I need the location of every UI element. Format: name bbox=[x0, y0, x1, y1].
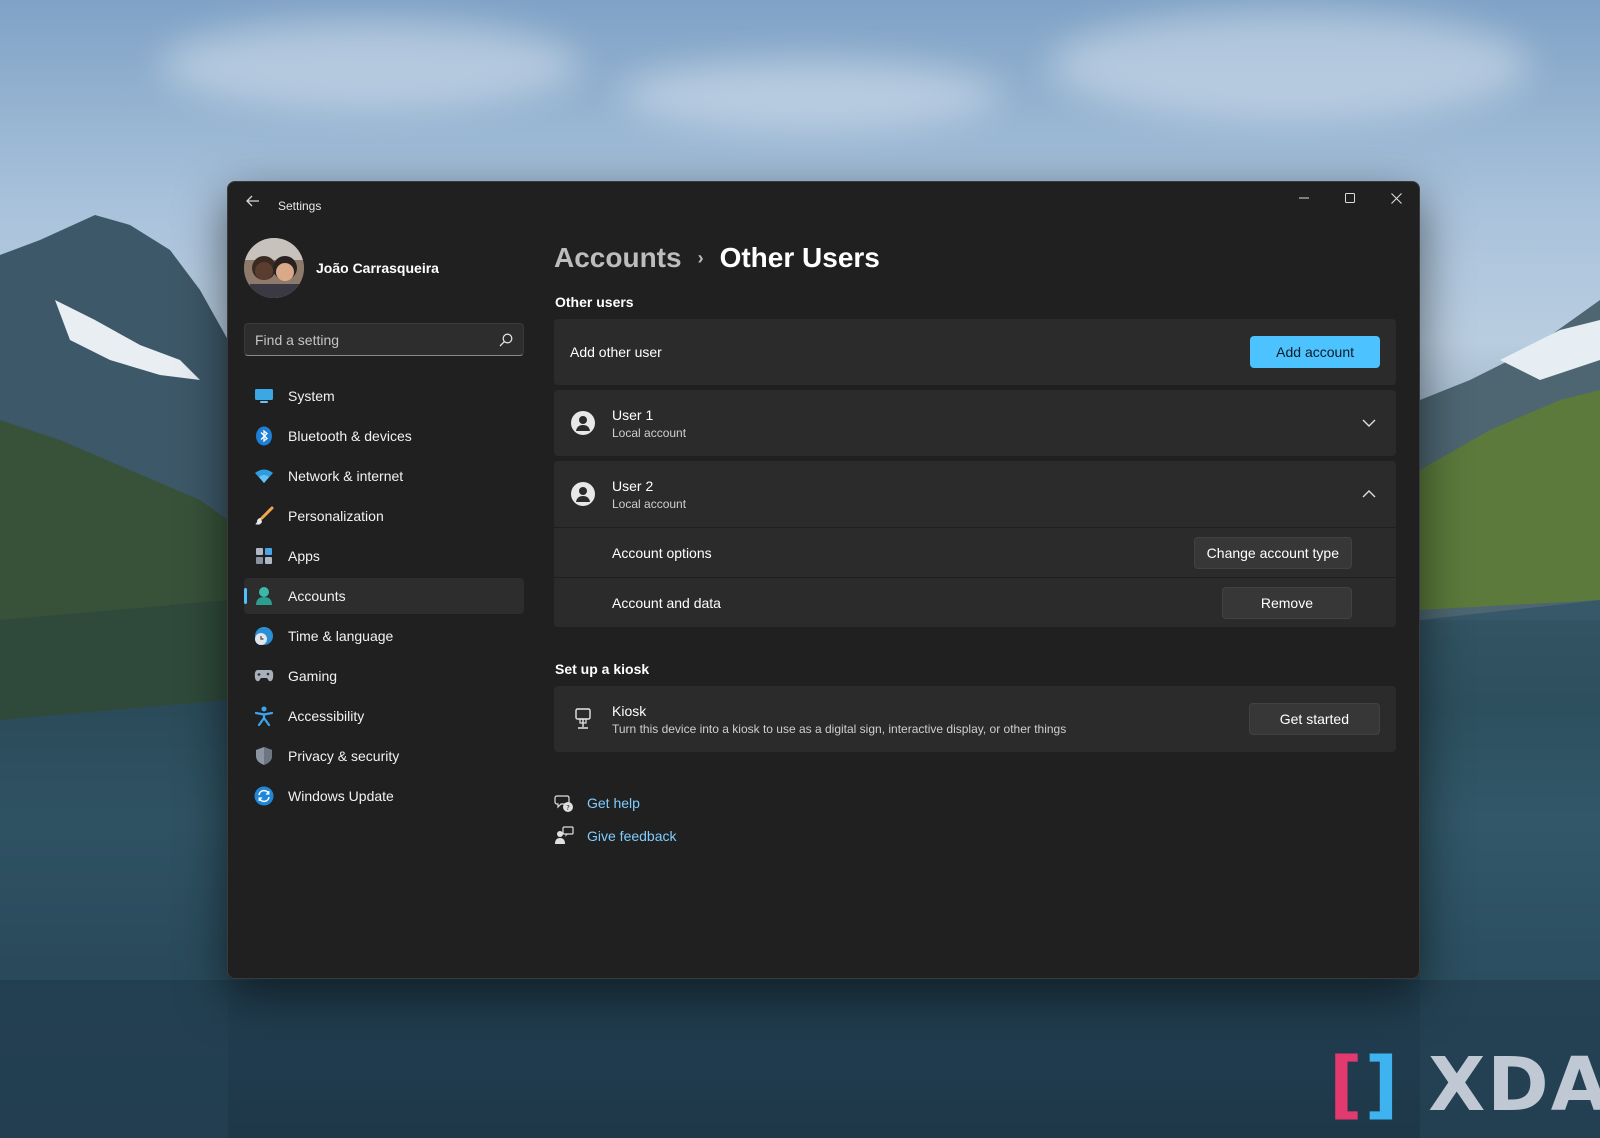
give-feedback-link[interactable]: Give feedback bbox=[587, 828, 677, 844]
search-input[interactable] bbox=[245, 324, 523, 355]
user-avatar-icon bbox=[570, 410, 596, 436]
get-started-button[interactable]: Get started bbox=[1248, 703, 1380, 735]
help-icon: ? bbox=[554, 794, 573, 812]
sidebar-item-label: Accounts bbox=[288, 588, 346, 604]
avatar bbox=[244, 238, 304, 298]
user-avatar-icon bbox=[570, 481, 596, 507]
sidebar-item-label: Gaming bbox=[288, 668, 338, 684]
sidebar-nav: System Bluetooth & devices Network & int… bbox=[244, 378, 524, 818]
settings-window: Settings João Carrasqueira Find a settin… bbox=[227, 181, 1420, 979]
user-2-group: User 2 Local account Account options Cha… bbox=[554, 461, 1396, 627]
get-help-link[interactable]: Get help bbox=[587, 795, 640, 811]
user-2-card[interactable]: User 2 Local account bbox=[554, 461, 1396, 527]
add-other-user-label: Add other user bbox=[570, 344, 662, 360]
bluetooth-icon bbox=[254, 426, 274, 446]
apps-icon bbox=[254, 546, 274, 566]
chevron-up-icon[interactable] bbox=[1362, 488, 1376, 500]
sidebar-item-gaming[interactable]: Gaming bbox=[244, 658, 524, 694]
sidebar-item-label: Bluetooth & devices bbox=[288, 428, 412, 444]
minimize-button[interactable] bbox=[1281, 182, 1327, 214]
user-account-type: Local account bbox=[612, 496, 687, 511]
maximize-button[interactable] bbox=[1327, 182, 1373, 214]
account-options-label: Account options bbox=[612, 544, 712, 561]
sidebar-item-accessibility[interactable]: Accessibility bbox=[244, 698, 524, 734]
sidebar-item-accounts[interactable]: Accounts bbox=[244, 578, 524, 614]
sidebar-item-bluetooth[interactable]: Bluetooth & devices bbox=[244, 418, 524, 454]
sidebar-item-label: Windows Update bbox=[288, 788, 394, 804]
clock-globe-icon bbox=[254, 626, 274, 646]
update-icon bbox=[254, 786, 274, 806]
sidebar-item-label: Personalization bbox=[288, 508, 384, 524]
get-help-row[interactable]: ? Get help bbox=[554, 786, 1396, 819]
sidebar-item-personalization[interactable]: Personalization bbox=[244, 498, 524, 534]
watermark-logo: [] XDA bbox=[1328, 1042, 1600, 1128]
user-name: User 1 bbox=[612, 406, 654, 423]
close-button[interactable] bbox=[1373, 182, 1419, 214]
kiosk-icon bbox=[570, 706, 596, 732]
sidebar-item-label: Apps bbox=[288, 548, 320, 564]
section-title-other-users: Other users bbox=[555, 294, 634, 310]
account-data-label: Account and data bbox=[612, 594, 721, 611]
kiosk-description: Turn this device into a kiosk to use as … bbox=[612, 721, 1067, 736]
user-name: User 2 bbox=[612, 477, 654, 494]
sidebar-item-windows-update[interactable]: Windows Update bbox=[244, 778, 524, 814]
accessibility-icon bbox=[254, 706, 274, 726]
user-account-type: Local account bbox=[612, 425, 687, 440]
kiosk-card: Kiosk Turn this device into a kiosk to u… bbox=[554, 686, 1396, 752]
gamepad-icon bbox=[254, 666, 274, 686]
page-title: Other Users bbox=[719, 242, 880, 273]
help-links: ? Get help Give feedback bbox=[554, 786, 1396, 852]
system-icon bbox=[254, 386, 274, 406]
section-title-kiosk: Set up a kiosk bbox=[555, 661, 650, 677]
app-title: Settings bbox=[278, 199, 322, 213]
sidebar-item-network[interactable]: Network & internet bbox=[244, 458, 524, 494]
add-other-user-card: Add other user Add account bbox=[554, 319, 1396, 385]
svg-text:?: ? bbox=[566, 804, 570, 812]
add-account-button[interactable]: Add account bbox=[1250, 336, 1380, 368]
sidebar-item-label: Time & language bbox=[288, 628, 394, 644]
feedback-icon bbox=[555, 825, 574, 844]
back-arrow-icon[interactable] bbox=[242, 192, 264, 214]
search-icon[interactable] bbox=[499, 333, 513, 347]
chevron-right-icon: › bbox=[697, 247, 704, 268]
sidebar-item-label: Network & internet bbox=[288, 468, 404, 484]
sidebar-item-label: Privacy & security bbox=[288, 748, 400, 764]
wifi-icon bbox=[254, 466, 274, 486]
breadcrumb: Accounts › Other Users bbox=[554, 238, 1396, 278]
user-profile[interactable]: João Carrasqueira bbox=[244, 238, 439, 298]
sidebar-item-apps[interactable]: Apps bbox=[244, 538, 524, 574]
account-data-row: Account and data Remove bbox=[554, 577, 1396, 627]
chevron-down-icon[interactable] bbox=[1362, 417, 1376, 429]
give-feedback-row[interactable]: Give feedback bbox=[554, 819, 1396, 852]
change-account-type-button[interactable]: Change account type bbox=[1193, 536, 1352, 569]
remove-button[interactable]: Remove bbox=[1221, 586, 1352, 619]
shield-icon bbox=[254, 746, 274, 766]
account-options-row: Account options Change account type bbox=[554, 527, 1396, 577]
main-content: Accounts › Other Users Other users Add o… bbox=[554, 238, 1396, 852]
sidebar-item-time-language[interactable]: Time & language bbox=[244, 618, 524, 654]
sidebar-item-privacy[interactable]: Privacy & security bbox=[244, 738, 524, 774]
title-bar: Settings bbox=[228, 182, 1419, 226]
sidebar-item-label: Accessibility bbox=[288, 708, 365, 724]
user-1-card[interactable]: User 1 Local account bbox=[554, 390, 1396, 456]
search-box[interactable] bbox=[244, 323, 524, 356]
kiosk-title: Kiosk bbox=[612, 702, 647, 719]
sidebar-item-label: System bbox=[288, 388, 335, 404]
sidebar-item-system[interactable]: System bbox=[244, 378, 524, 414]
breadcrumb-parent[interactable]: Accounts bbox=[554, 242, 682, 274]
profile-name: João Carrasqueira bbox=[316, 260, 439, 276]
brush-icon bbox=[254, 506, 274, 526]
accounts-icon bbox=[254, 586, 274, 606]
